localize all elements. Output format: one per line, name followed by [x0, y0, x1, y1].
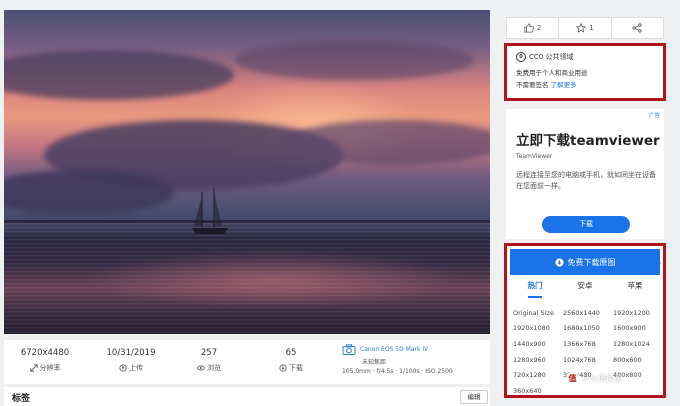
learn-more-link[interactable]: 了解更多	[551, 81, 577, 89]
star-icon	[576, 23, 587, 33]
free-download-button[interactable]: 免费下载原图	[510, 249, 660, 275]
size-row: 1280x960 1024x768 800x600	[513, 352, 661, 368]
stat-value: 10/31/2019	[106, 348, 156, 358]
thumbs-up-icon	[524, 23, 534, 33]
tags-title: 标签	[12, 394, 31, 404]
eye-icon	[197, 365, 205, 371]
stat-value: 65	[285, 348, 297, 358]
camera-exif: 105.0mm · f/4.5s · 1/100s · ISO 2500	[342, 368, 453, 375]
main-photo[interactable]	[4, 10, 490, 334]
size-row: 360x640	[513, 383, 661, 399]
tab-popular[interactable]: 热门	[510, 280, 560, 298]
stat-resolution: 6720x4480 分辨率	[10, 348, 80, 373]
watermark-text: 什么值得买	[582, 374, 622, 383]
upload-icon	[119, 364, 127, 372]
cloud	[4, 50, 234, 100]
tab-android[interactable]: 安卓	[560, 280, 610, 296]
device-tabs: 热门 安卓 苹果	[510, 280, 660, 298]
size-option[interactable]: 1920x1080	[513, 324, 563, 332]
size-row: 1920x1080 1680x1050 1600x900	[513, 321, 661, 337]
cloud	[284, 120, 490, 165]
size-option[interactable]: 1920x1200	[613, 309, 661, 317]
action-bar: 2 1	[506, 17, 664, 39]
tags-section: 标签 编辑	[4, 386, 490, 406]
size-option[interactable]: 1024x768	[563, 356, 613, 364]
ad-description: 远程连接至您的电脑或手机，就如同坐在设备在您面前一样。	[516, 171, 656, 190]
camera-icon	[342, 344, 356, 355]
cloud	[4, 170, 174, 215]
stat-label: 分辨率	[39, 364, 61, 372]
license-name: CC0 公共领域	[529, 53, 574, 61]
caret-icon	[655, 258, 661, 268]
ad-brand: TeamViewer	[516, 153, 553, 160]
stat-label: 下载	[289, 364, 303, 372]
camera-info: Canon EOS 5D Mark IV 未知焦距 105.0mm · f/4.…	[342, 344, 482, 375]
ad-panel[interactable]: 广告 立即下载teamviewer TeamViewer 远程连接至您的电脑或手…	[506, 109, 664, 239]
photo-stats-bar: 6720x4480 分辨率 10/31/2019 上传 257 浏览 65 下载…	[4, 340, 490, 384]
stat-views: 257 浏览	[174, 348, 244, 373]
license-attribution: 不需要签名	[516, 81, 549, 89]
stat-label: 浏览	[207, 364, 221, 372]
share-button[interactable]	[612, 18, 663, 38]
stat-value: 257	[200, 348, 218, 358]
license-panel: 0 CC0 公共领域 免费用于个人和商业用途 不需要签名 了解更多	[504, 43, 666, 101]
size-option[interactable]: 1366x768	[563, 340, 613, 348]
like-button[interactable]: 2	[507, 18, 560, 38]
camera-model-link[interactable]: Canon EOS 5D Mark IV	[360, 346, 428, 353]
sailboat-icon	[192, 188, 228, 234]
cc0-icon: 0	[516, 52, 526, 62]
download-icon	[279, 364, 287, 372]
site-watermark: 值 什么值得买	[566, 372, 622, 385]
resize-icon	[29, 364, 38, 372]
license-usage: 免费用于个人和商业用途	[516, 69, 588, 77]
like-count: 2	[536, 24, 542, 32]
collect-count: 1	[589, 24, 594, 32]
collect-button[interactable]: 1	[559, 18, 612, 38]
size-row: 1440x900 1366x768 1280x1024	[513, 336, 661, 352]
size-option[interactable]: 1280x1024	[613, 340, 661, 348]
cloud-download-icon	[554, 257, 564, 267]
stat-downloads: 65 下载	[256, 348, 326, 373]
ad-title[interactable]: 立即下载teamviewer	[516, 129, 660, 149]
stat-value: 6720x4480	[20, 348, 70, 358]
size-option[interactable]: 720x1280	[513, 371, 563, 379]
download-title: 免费下载原图	[567, 257, 616, 267]
stat-upload-date: 10/31/2019 上传	[96, 348, 166, 373]
share-icon	[632, 23, 642, 33]
stat-label: 上传	[129, 364, 143, 372]
size-option[interactable]: 1280x960	[513, 356, 563, 364]
watermark-logo: 值	[566, 372, 579, 385]
cloud	[234, 40, 474, 80]
tab-apple[interactable]: 苹果	[610, 280, 660, 296]
ad-badge: 广告	[648, 113, 660, 119]
size-option[interactable]: 1600x900	[613, 324, 661, 332]
sea-reflection	[84, 250, 464, 310]
ad-download-button[interactable]: 下载	[542, 216, 630, 233]
size-option[interactable]: 360x640	[513, 387, 563, 395]
size-option[interactable]: Original Size	[513, 309, 563, 317]
size-option[interactable]: 1440x900	[513, 340, 563, 348]
size-option[interactable]: 1680x1050	[563, 324, 613, 332]
edit-tags-button[interactable]: 编辑	[460, 390, 488, 404]
size-option[interactable]: 800x600	[613, 356, 661, 364]
size-row: Original Size 2560x1440 1920x1200	[513, 305, 661, 321]
size-option[interactable]: 2560x1440	[563, 309, 613, 317]
camera-lens: 未知焦距	[362, 359, 387, 366]
